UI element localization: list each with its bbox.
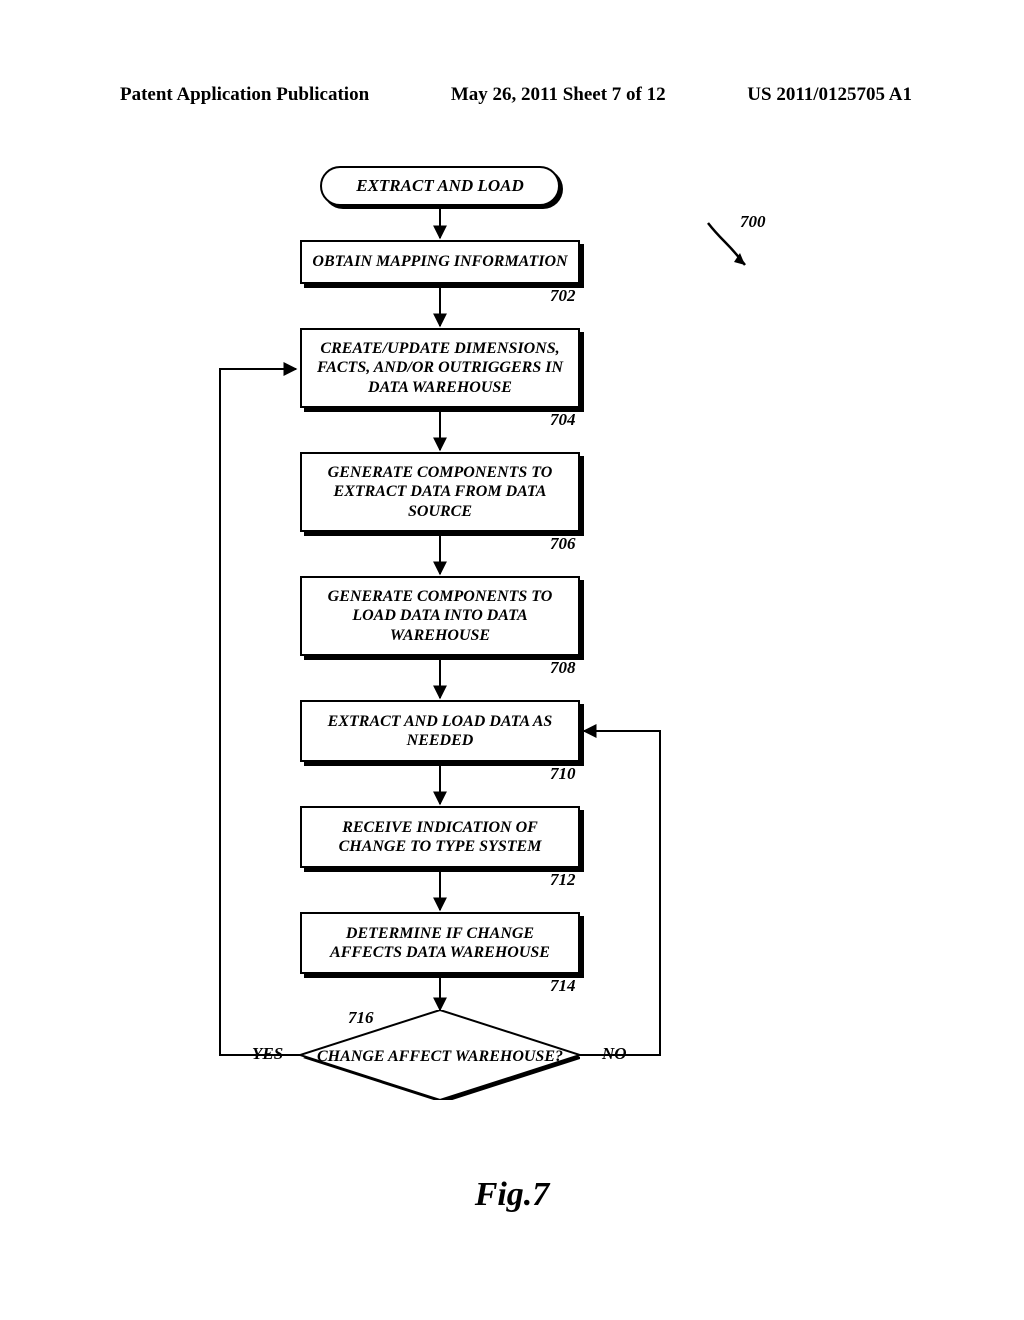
decision-716-text: CHANGE AFFECT WAREHOUSE? <box>300 1010 580 1100</box>
ref-label-716: 716 <box>348 1008 374 1028</box>
flowchart: EXTRACT AND LOAD OBTAIN MAPPING INFORMAT… <box>240 160 800 1170</box>
terminator-start: EXTRACT AND LOAD <box>320 166 560 206</box>
step-708-text: GENERATE COMPONENTS TO LOAD DATA INTO DA… <box>312 587 568 645</box>
decision-716: CHANGE AFFECT WAREHOUSE? <box>300 1010 580 1100</box>
step-712-text: RECEIVE INDICATION OF CHANGE TO TYPE SYS… <box>312 818 568 856</box>
step-710: EXTRACT AND LOAD DATA AS NEEDED <box>300 700 580 762</box>
step-702-text: OBTAIN MAPPING INFORMATION <box>312 252 567 271</box>
step-714-text: DETERMINE IF CHANGE AFFECTS DATA WAREHOU… <box>312 924 568 962</box>
decision-no-label: NO <box>602 1044 627 1064</box>
terminator-label: EXTRACT AND LOAD <box>356 176 524 196</box>
ref-label-710: 710 <box>550 764 576 784</box>
decision-yes-label: YES <box>252 1044 283 1064</box>
step-706: GENERATE COMPONENTS TO EXTRACT DATA FROM… <box>300 452 580 532</box>
ref-label-712: 712 <box>550 870 576 890</box>
ref-label-714: 714 <box>550 976 576 996</box>
ref-label-706: 706 <box>550 534 576 554</box>
step-710-text: EXTRACT AND LOAD DATA AS NEEDED <box>312 712 568 750</box>
ref-label-708: 708 <box>550 658 576 678</box>
step-704-text: CREATE/UPDATE DIMENSIONS, FACTS, AND/OR … <box>312 339 568 397</box>
figure-caption: Fig.7 <box>0 1176 1024 1214</box>
step-706-text: GENERATE COMPONENTS TO EXTRACT DATA FROM… <box>312 463 568 521</box>
step-704: CREATE/UPDATE DIMENSIONS, FACTS, AND/OR … <box>300 328 580 408</box>
step-702: OBTAIN MAPPING INFORMATION <box>300 240 580 284</box>
ref-label-704: 704 <box>550 410 576 430</box>
page-header: Patent Application Publication May 26, 2… <box>0 84 1024 106</box>
header-center: May 26, 2011 Sheet 7 of 12 <box>451 84 666 106</box>
step-712: RECEIVE INDICATION OF CHANGE TO TYPE SYS… <box>300 806 580 868</box>
ref-label-702: 702 <box>550 286 576 306</box>
header-left: Patent Application Publication <box>120 84 369 106</box>
step-708: GENERATE COMPONENTS TO LOAD DATA INTO DA… <box>300 576 580 656</box>
step-714: DETERMINE IF CHANGE AFFECTS DATA WAREHOU… <box>300 912 580 974</box>
header-right: US 2011/0125705 A1 <box>747 84 912 106</box>
